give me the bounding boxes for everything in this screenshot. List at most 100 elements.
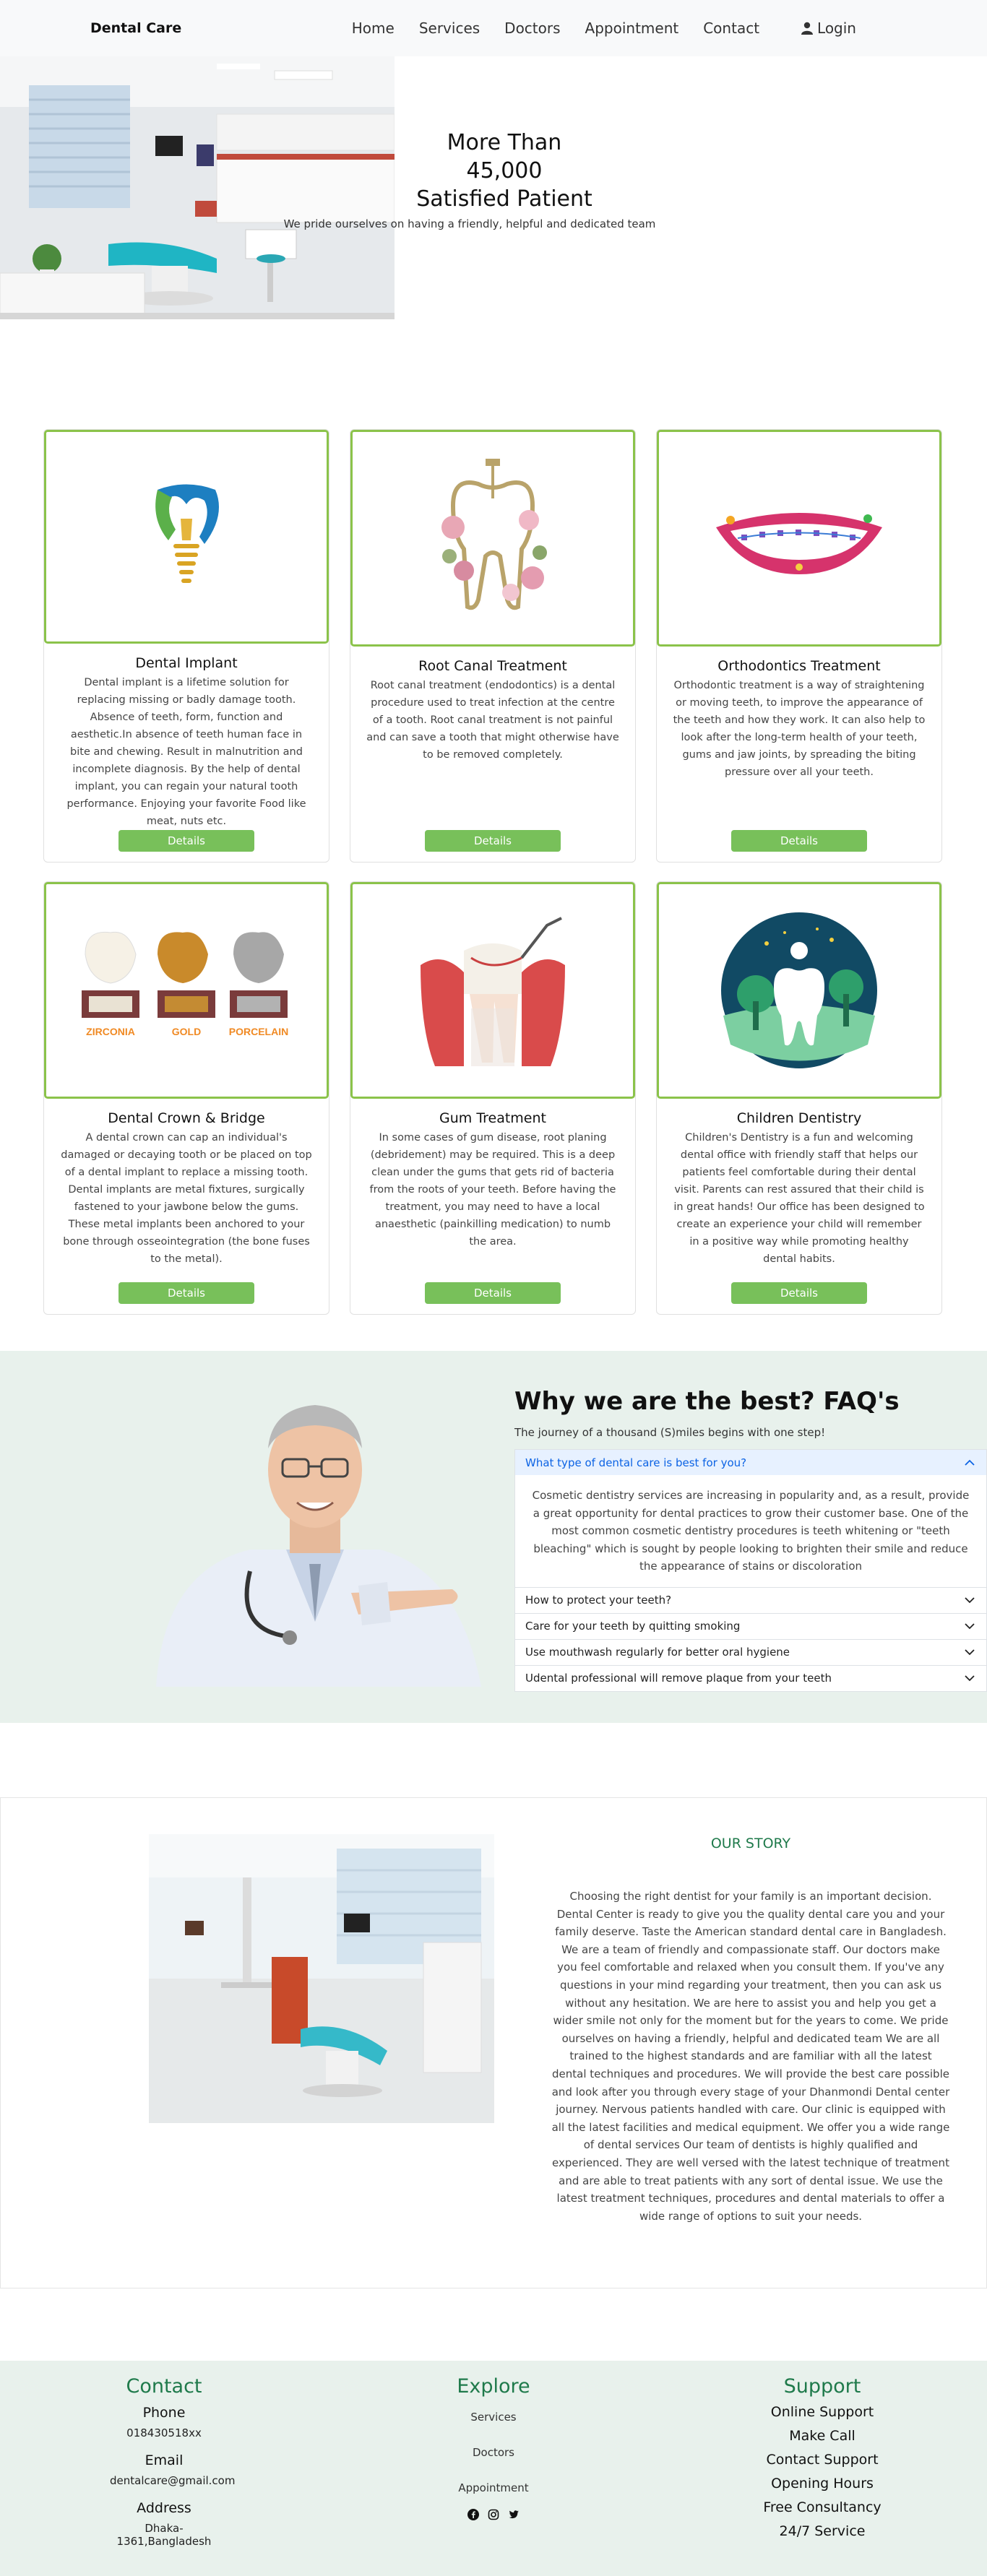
- footer-support: Support Online Support Make Call Contact…: [750, 2375, 895, 2543]
- faq-subtitle: The journey of a thousand (S)miles begin…: [514, 1426, 826, 1439]
- chevron-down-icon: [965, 1649, 975, 1656]
- card-description: Orthodontic treatment is a way of straig…: [673, 680, 926, 778]
- login-button[interactable]: Login: [801, 20, 856, 37]
- nav-contact[interactable]: Contact: [703, 20, 759, 37]
- user-icon: [801, 22, 814, 35]
- details-button[interactable]: Details: [118, 1282, 254, 1304]
- details-button[interactable]: Details: [118, 830, 254, 852]
- card-description: Root canal treatment (endodontics) is a …: [366, 680, 619, 761]
- faq-question-toggle[interactable]: Udental professional will remove plaque …: [515, 1666, 986, 1691]
- story-clinic-image: [149, 1834, 494, 2123]
- support-online[interactable]: Online Support: [750, 2400, 895, 2424]
- faq-panel: Why we are the best? FAQ's The journey o…: [514, 1387, 987, 1692]
- details-button[interactable]: Details: [425, 1282, 561, 1304]
- crown-label-gold: GOLD: [172, 1026, 201, 1037]
- crown-label-porcelain: PORCELAIN: [229, 1026, 288, 1037]
- crown-icon: ZIRCONIA GOLD PORCELAIN: [44, 882, 329, 1099]
- service-card-gum: Gum Treatment In some cases of gum disea…: [350, 881, 636, 1315]
- footer-contact: Contact Phone 018430518xx Email dentalca…: [110, 2375, 235, 2548]
- card-description: A dental crown can cap an individual's d…: [61, 1132, 312, 1265]
- story-title: OUR STORY: [710, 1836, 791, 1851]
- faq-question-toggle[interactable]: Use mouthwash regularly for better oral …: [515, 1640, 986, 1665]
- card-title: Dental Crown & Bridge: [108, 1110, 265, 1126]
- service-card-children: Children Dentistry Children's Dentistry …: [656, 881, 942, 1315]
- chevron-down-icon: [965, 1675, 975, 1682]
- services-grid: Dental Implant Dental implant is a lifet…: [0, 319, 987, 1351]
- support-free-consultancy[interactable]: Free Consultancy: [750, 2496, 895, 2520]
- footer: Contact Phone 018430518xx Email dentalca…: [0, 2361, 987, 2576]
- support-24-7[interactable]: 24/7 Service: [750, 2520, 895, 2543]
- chevron-up-icon: [965, 1459, 975, 1466]
- footer-contact-title: Contact: [126, 2375, 202, 2398]
- chevron-down-icon: [965, 1623, 975, 1630]
- social-links: [434, 2509, 553, 2520]
- child-tooth-icon: [657, 882, 941, 1099]
- hero-section: More Than 45,000 Satisfied Patient We pr…: [0, 56, 987, 319]
- nav-appointment[interactable]: Appointment: [585, 20, 679, 37]
- hero-title-line-3: Satisfied Patient: [416, 186, 592, 212]
- root-canal-icon: [350, 430, 635, 647]
- faq-question-toggle[interactable]: How to protect your teeth?: [515, 1588, 986, 1613]
- service-card-crown-bridge: ZIRCONIA GOLD PORCELAIN Dental Crown & B…: [43, 881, 329, 1315]
- support-contact[interactable]: Contact Support: [750, 2448, 895, 2472]
- faq-item: Care for your teeth by quitting smoking: [515, 1614, 986, 1640]
- footer-support-title: Support: [783, 2375, 861, 2398]
- address-label: Address: [137, 2500, 191, 2516]
- card-description: In some cases of gum disease, root plani…: [369, 1132, 616, 1248]
- braces-smile-icon: [657, 430, 941, 647]
- email-label: Email: [145, 2452, 184, 2468]
- our-story-section: OUR STORY Choosing the right dentist for…: [0, 1797, 987, 2288]
- hero-subtitle: We pride ourselves on having a friendly,…: [283, 217, 656, 230]
- card-title: Gum Treatment: [439, 1110, 546, 1126]
- nav-services[interactable]: Services: [419, 20, 480, 37]
- facebook-icon[interactable]: [467, 2509, 479, 2520]
- service-card-implant: Dental Implant Dental implant is a lifet…: [43, 429, 329, 863]
- faq-item: Use mouthwash regularly for better oral …: [515, 1640, 986, 1666]
- footer-link-appointment[interactable]: Appointment: [434, 2481, 553, 2494]
- faq-question: What type of dental care is best for you…: [525, 1456, 747, 1469]
- details-button[interactable]: Details: [731, 830, 867, 852]
- faq-title: Why we are the best? FAQ's: [514, 1387, 900, 1416]
- story-content: OUR STORY Choosing the right dentist for…: [551, 1836, 950, 2225]
- nav-home[interactable]: Home: [352, 20, 395, 37]
- support-opening-hours[interactable]: Opening Hours: [750, 2472, 895, 2496]
- brand-logo[interactable]: Dental Care: [90, 20, 181, 36]
- faq-question: Care for your teeth by quitting smoking: [525, 1620, 741, 1633]
- faq-item: How to protect your teeth?: [515, 1588, 986, 1614]
- card-title: Dental Implant: [135, 655, 238, 672]
- service-card-orthodontics: Orthodontics Treatment Orthodontic treat…: [656, 429, 942, 863]
- footer-link-services[interactable]: Services: [434, 2411, 553, 2424]
- faq-item: Udental professional will remove plaque …: [515, 1666, 986, 1691]
- faq-accordion: What type of dental care is best for you…: [514, 1449, 987, 1692]
- login-label: Login: [817, 20, 856, 37]
- footer-link-doctors[interactable]: Doctors: [434, 2446, 553, 2459]
- faq-item: What type of dental care is best for you…: [515, 1450, 986, 1588]
- twitter-icon[interactable]: [508, 2509, 520, 2520]
- footer-explore: Explore Services Doctors Appointment: [434, 2375, 553, 2520]
- faq-question-toggle[interactable]: What type of dental care is best for you…: [515, 1450, 986, 1475]
- hero-title-line-2: 45,000: [466, 158, 543, 183]
- faq-question-toggle[interactable]: Care for your teeth by quitting smoking: [515, 1614, 986, 1639]
- nav-doctors[interactable]: Doctors: [504, 20, 560, 37]
- story-text: Choosing the right dentist for your fami…: [551, 1890, 950, 2223]
- support-make-call[interactable]: Make Call: [750, 2424, 895, 2448]
- details-button[interactable]: Details: [731, 1282, 867, 1304]
- hero-text: More Than 45,000 Satisfied Patient We pr…: [0, 129, 987, 230]
- implant-icon: [44, 430, 329, 644]
- faq-answer: Cosmetic dentistry services are increasi…: [532, 1489, 970, 1573]
- card-title: Orthodontics Treatment: [717, 658, 881, 674]
- card-title: Children Dentistry: [736, 1110, 862, 1126]
- nav-links: Home Services Doctors Appointment Contac…: [352, 20, 759, 37]
- card-title: Root Canal Treatment: [418, 658, 567, 674]
- gum-icon: [350, 882, 635, 1099]
- phone-label: Phone: [142, 2405, 186, 2421]
- instagram-icon[interactable]: [488, 2509, 499, 2520]
- crown-label-zirconia: ZIRCONIA: [86, 1026, 135, 1037]
- phone-value[interactable]: 018430518xx: [110, 2426, 218, 2439]
- hero-title-line-1: More Than: [447, 130, 562, 155]
- hero-title: More Than 45,000 Satisfied Patient: [416, 129, 592, 213]
- details-button[interactable]: Details: [425, 830, 561, 852]
- chevron-down-icon: [965, 1597, 975, 1604]
- email-value[interactable]: dentalcare@gmail.com: [110, 2474, 235, 2487]
- doctor-image: [142, 1383, 496, 1687]
